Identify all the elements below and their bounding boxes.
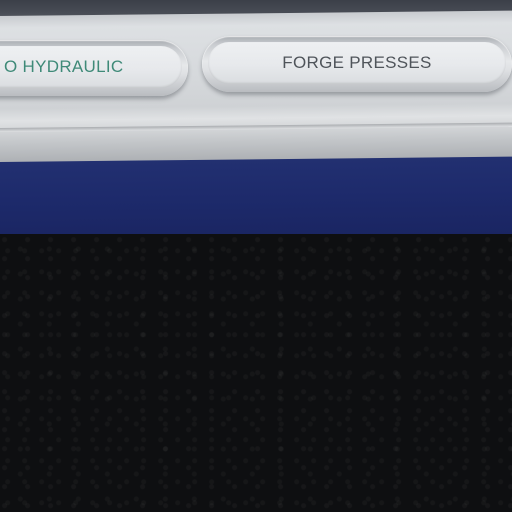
screen: O HYDRAULIC FORGE PRESSES — [0, 0, 512, 512]
forge-presses-button-label: FORGE PRESSES — [282, 53, 432, 72]
header-banner — [0, 156, 512, 240]
hydraulic-button[interactable]: O HYDRAULIC — [0, 40, 188, 96]
forge-presses-button[interactable]: FORGE PRESSES — [202, 36, 512, 92]
panel-divider — [0, 122, 512, 132]
hydraulic-button-label: O HYDRAULIC — [4, 57, 124, 76]
content-background — [0, 234, 512, 512]
forge-presses-button-face[interactable]: FORGE PRESSES — [208, 42, 506, 84]
hydraulic-button-face[interactable]: O HYDRAULIC — [0, 46, 182, 88]
